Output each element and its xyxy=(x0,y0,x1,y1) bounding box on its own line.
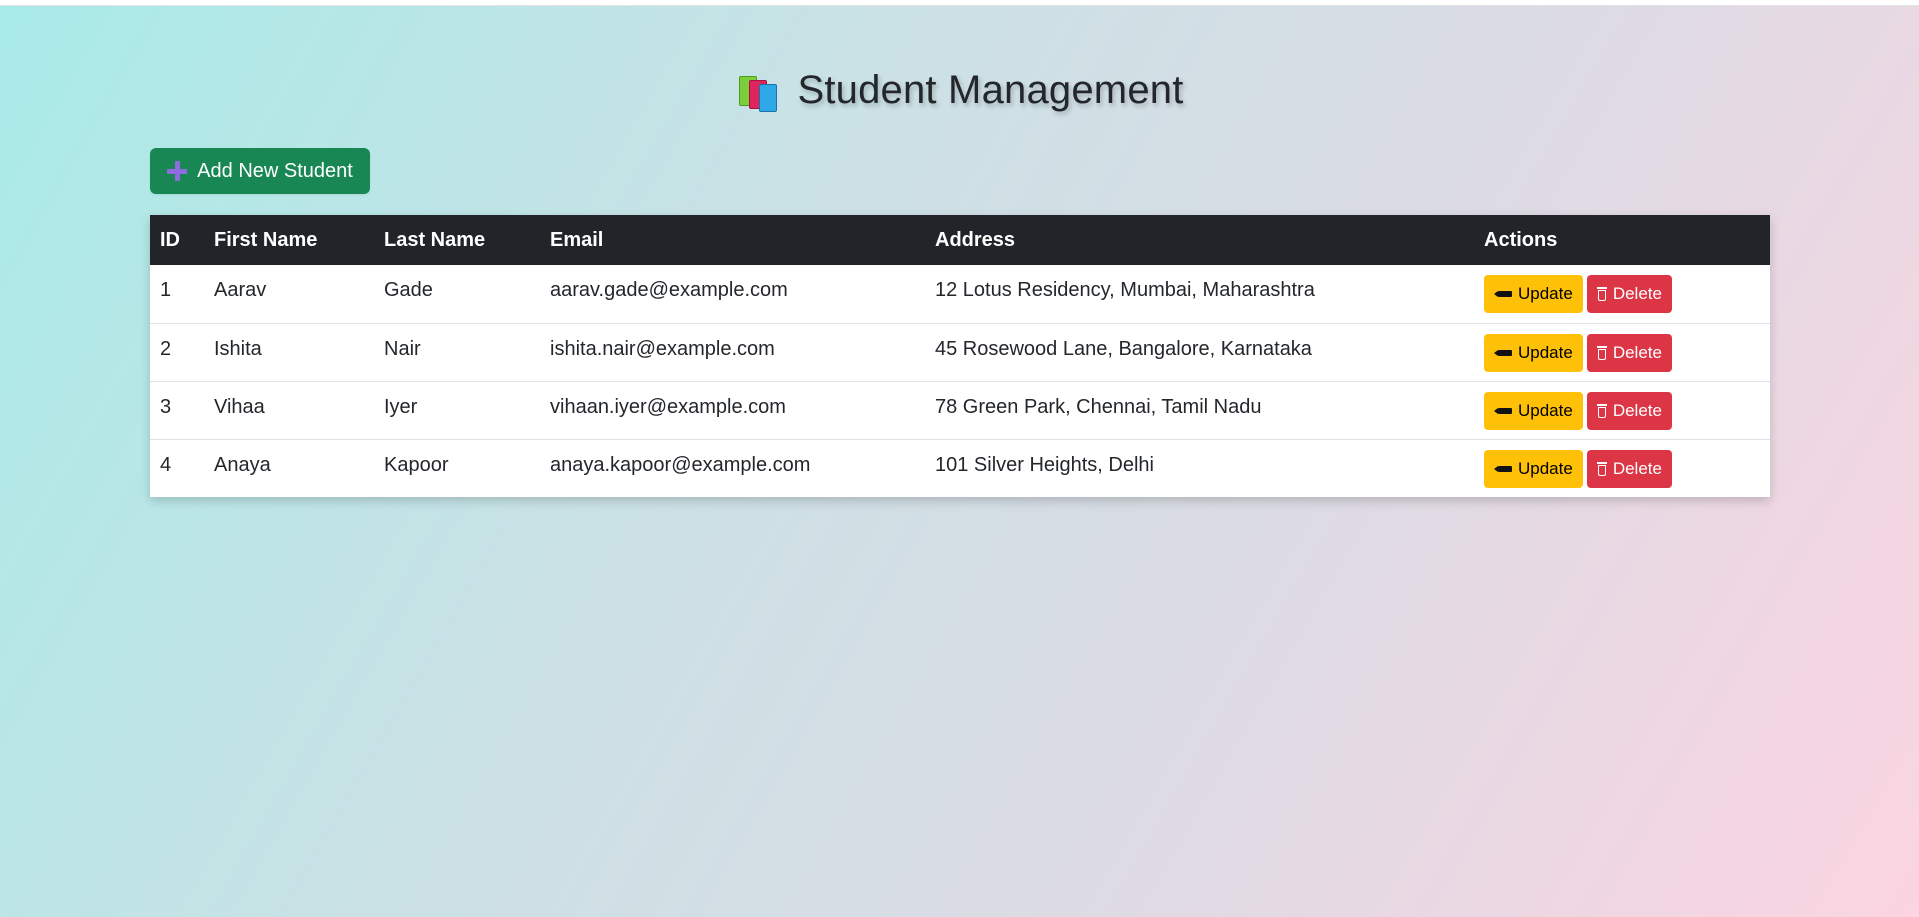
pencil-icon xyxy=(1494,291,1512,297)
cell-id: 2 xyxy=(150,322,204,381)
cell-id: 3 xyxy=(150,380,204,439)
delete-label: Delete xyxy=(1612,400,1662,420)
table-header-row: ID First Name Last Name Email Address Ac… xyxy=(150,215,1770,265)
update-button[interactable]: Update xyxy=(1484,275,1583,313)
trash-icon xyxy=(1596,345,1607,360)
update-label: Update xyxy=(1518,458,1573,478)
cell-last-name: Iyer xyxy=(374,380,540,439)
cell-first-name: Aarav xyxy=(214,279,267,301)
column-header-first-name[interactable]: First Name xyxy=(204,215,374,265)
cell-last-name: Kapoor xyxy=(374,438,540,497)
update-button[interactable]: Update xyxy=(1484,333,1583,372)
cell-id: 1 xyxy=(160,279,172,301)
update-label: Update xyxy=(1518,284,1573,303)
title-row: Student Management xyxy=(0,68,1919,117)
delete-button[interactable]: Delete xyxy=(1586,449,1672,488)
trash-icon xyxy=(1596,461,1607,476)
students-table-container: ID First Name Last Name Email Address Ac… xyxy=(150,215,1770,497)
cell-email: ishita.nair@example.com xyxy=(540,322,925,381)
column-header-actions: Actions xyxy=(1484,228,1558,251)
cell-first-name: Vihaa xyxy=(204,380,374,439)
page-title: Student Management xyxy=(735,68,1183,113)
update-label: Update xyxy=(1518,342,1573,362)
cell-email: vihaan.iyer@example.com xyxy=(540,380,925,439)
table-row: 1 Aarav Gade aarav.gade@example.com 12 L… xyxy=(150,265,1770,323)
add-new-student-label: Add New Student xyxy=(197,159,353,182)
update-label: Update xyxy=(1518,400,1573,420)
column-header-address[interactable]: Address xyxy=(925,215,1474,265)
students-table: ID First Name Last Name Email Address Ac… xyxy=(150,215,1770,497)
column-header-id[interactable]: ID xyxy=(150,215,204,265)
cell-email: aarav.gade@example.com xyxy=(550,279,788,301)
table-row: 3 Vihaa Iyer vihaan.iyer@example.com 78 … xyxy=(150,380,1770,439)
table-row: 4 Anaya Kapoor anaya.kapoor@example.com … xyxy=(150,438,1770,497)
pencil-icon xyxy=(1494,349,1512,356)
page-title-text: Student Management xyxy=(797,68,1184,112)
delete-label: Delete xyxy=(1612,458,1662,478)
cell-address: 45 Rosewood Lane, Bangalore, Karnataka xyxy=(925,322,1474,381)
column-header-email[interactable]: Email xyxy=(540,215,925,265)
plus-icon xyxy=(167,161,188,181)
cell-address: 12 Lotus Residency, Mumbai, Maharashtra xyxy=(935,279,1315,301)
column-header-last-name[interactable]: Last Name xyxy=(374,215,540,265)
cell-last-name: Gade xyxy=(384,279,433,301)
cell-email: anaya.kapoor@example.com xyxy=(540,438,925,497)
top-border xyxy=(0,0,1919,6)
pencil-icon xyxy=(1494,407,1512,414)
delete-label: Delete xyxy=(1612,284,1662,303)
cell-id: 4 xyxy=(150,438,204,497)
update-button[interactable]: Update xyxy=(1484,391,1583,430)
cell-first-name: Anaya xyxy=(204,438,374,497)
trash-icon xyxy=(1596,403,1607,418)
delete-button[interactable]: Delete xyxy=(1586,275,1672,313)
pencil-icon xyxy=(1494,465,1512,472)
cell-actions: Update Delete xyxy=(1474,438,1770,497)
cell-address: 101 Silver Heights, Delhi xyxy=(925,438,1474,497)
delete-button[interactable]: Delete xyxy=(1586,391,1672,430)
cell-address: 78 Green Park, Chennai, Tamil Nadu xyxy=(925,380,1474,439)
add-new-student-button[interactable]: Add New Student xyxy=(150,148,370,194)
books-icon xyxy=(735,70,781,112)
cell-first-name: Ishita xyxy=(204,322,374,381)
update-button[interactable]: Update xyxy=(1484,449,1583,488)
table-row: 2 Ishita Nair ishita.nair@example.com 45… xyxy=(150,322,1770,381)
cell-actions: Update Delete xyxy=(1474,265,1770,323)
cell-actions: Update Delete xyxy=(1474,380,1770,439)
delete-label: Delete xyxy=(1612,342,1662,362)
cell-last-name: Nair xyxy=(374,322,540,381)
trash-icon xyxy=(1596,287,1607,301)
delete-button[interactable]: Delete xyxy=(1586,333,1672,372)
cell-actions: Update Delete xyxy=(1474,322,1770,381)
